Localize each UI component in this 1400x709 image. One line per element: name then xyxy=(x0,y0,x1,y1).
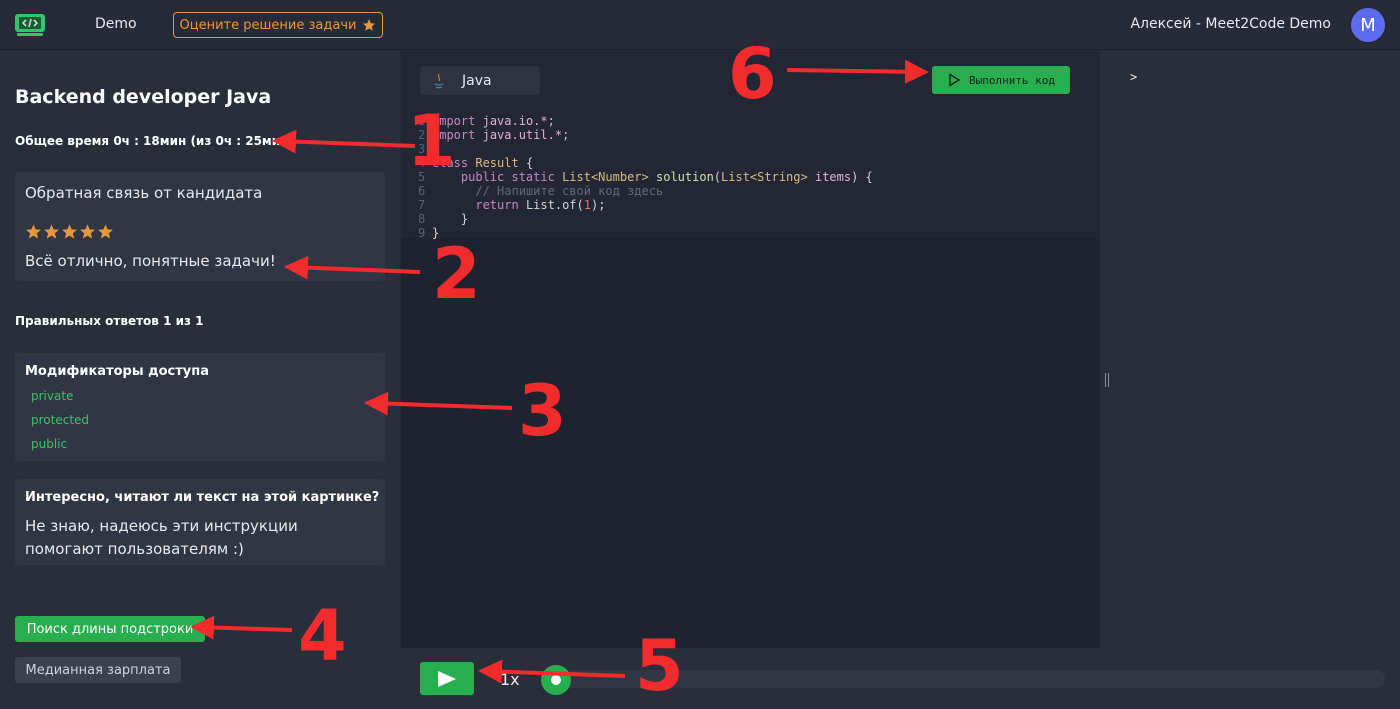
feedback-title: Обратная связь от кандидата xyxy=(25,184,263,202)
answer-option: protected xyxy=(31,413,90,427)
timeline-handle[interactable] xyxy=(541,665,571,695)
task-button-substring[interactable]: Поиск длины подстроки xyxy=(15,616,205,642)
star-icon xyxy=(363,19,376,31)
code-token: public static xyxy=(460,170,555,184)
run-code-label: Выполнить код xyxy=(968,73,1056,87)
avatar[interactable]: M xyxy=(1351,8,1385,42)
answer-option: public xyxy=(31,437,68,451)
code-token: import xyxy=(432,114,476,128)
pane-splitter[interactable] xyxy=(1100,51,1114,648)
total-time: Общее время 0ч : 18мин (из 0ч : 25мин) xyxy=(15,134,294,148)
replay-timeline[interactable] xyxy=(555,670,1385,688)
line-number: 3 xyxy=(418,142,426,156)
question-card: Модификаторы доступа private protected p… xyxy=(15,353,385,461)
play-button[interactable] xyxy=(420,662,474,695)
correct-answers: Правильных ответов 1 из 1 xyxy=(15,314,204,328)
code-token: List<Number> xyxy=(562,170,649,184)
line-number: 2 xyxy=(418,128,426,142)
line-number: 5 xyxy=(418,170,426,184)
line-number: 6 xyxy=(418,184,426,198)
code-token: Result xyxy=(475,156,519,170)
line-number: 8 xyxy=(418,212,426,226)
play-icon xyxy=(438,670,456,687)
question-title: Интересно, читают ли текст на этой карти… xyxy=(25,490,380,505)
code-content[interactable]: 1 import java.io.*; 2 import java.util.*; … xyxy=(418,114,873,240)
line-number: 9 xyxy=(418,226,426,240)
star-icon xyxy=(44,224,59,239)
question-title: Модификаторы доступа xyxy=(25,364,210,379)
play-outline-icon xyxy=(949,73,961,87)
line-number: 7 xyxy=(418,198,426,212)
code-token: ) { xyxy=(851,170,873,184)
code-token: java.io.*; xyxy=(482,114,555,128)
code-token: { xyxy=(525,156,534,170)
code-token: } xyxy=(460,212,469,226)
code-token: List<String> xyxy=(721,170,808,184)
line-number: 4 xyxy=(418,156,426,170)
answer-option: private xyxy=(31,389,74,403)
code-token: items xyxy=(814,170,852,184)
code-token: return xyxy=(475,198,519,212)
language-label: Java xyxy=(462,72,492,89)
meet2code-logo-icon[interactable] xyxy=(14,13,46,37)
feedback-text: Всё отлично, понятные задачи! xyxy=(25,252,276,270)
star-icon xyxy=(80,224,95,239)
question-card: Интересно, читают ли текст на этой карти… xyxy=(15,479,385,565)
code-token: import xyxy=(432,128,476,142)
star-icon xyxy=(26,224,41,239)
app-header: Demo Оцените решение задачи Алексей - Me… xyxy=(0,0,1400,50)
code-token: 1 xyxy=(583,198,591,212)
code-token: solution xyxy=(656,170,714,184)
line-number: 1 xyxy=(418,114,426,128)
rate-solution-button[interactable]: Оцените решение задачи xyxy=(173,12,383,38)
playback-speed[interactable]: 1x xyxy=(500,670,520,689)
task-button-median-salary[interactable]: Медианная зарплата xyxy=(15,657,181,683)
star-icon xyxy=(62,224,77,239)
page-title: Backend developer Java xyxy=(15,86,272,108)
code-token: } xyxy=(432,226,440,240)
language-tab[interactable]: Java xyxy=(420,66,540,95)
splitter-grip-icon[interactable] xyxy=(1105,373,1109,387)
rate-solution-label: Оцените решение задачи xyxy=(179,17,357,33)
brand-link[interactable]: Demo xyxy=(95,16,137,32)
user-name: Алексей - Meet2Code Demo xyxy=(1130,16,1331,32)
code-token: List.of( xyxy=(525,198,584,212)
question-answer: Не знаю, надеюсь эти инструкции помогают… xyxy=(25,517,298,558)
timeline-handle-dot xyxy=(551,675,561,685)
interview-sidebar: Backend developer Java Общее время 0ч : … xyxy=(0,51,400,709)
rating-stars xyxy=(25,223,114,240)
console-prompt: > xyxy=(1130,70,1138,84)
code-comment: // Напишите свой код здесь xyxy=(475,184,664,198)
java-icon xyxy=(434,73,444,88)
code-token: ); xyxy=(590,198,606,212)
code-token: class xyxy=(432,156,469,170)
output-console xyxy=(1114,51,1400,648)
star-icon xyxy=(98,224,113,239)
feedback-card: Обратная связь от кандидата Всё отлично,… xyxy=(15,172,385,281)
code-token: java.util.*; xyxy=(482,128,570,142)
run-code-button[interactable]: Выполнить код xyxy=(932,66,1070,94)
